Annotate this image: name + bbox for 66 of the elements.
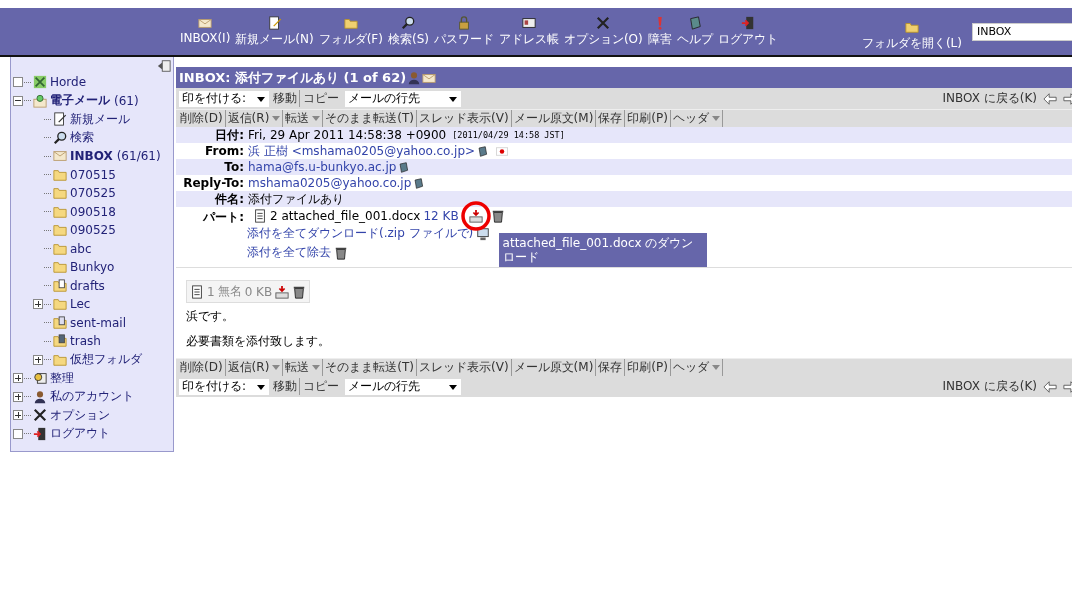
folder-item[interactable]: abc — [70, 241, 92, 256]
address-link[interactable]: hama@fs.u-bunkyo.ac.jp — [248, 160, 397, 174]
unread-count: (61) — [114, 93, 139, 108]
mark-select[interactable]: 印を付ける: — [179, 90, 269, 107]
toolbar-link[interactable]: INBOX(I) — [180, 15, 231, 48]
local-time: [2011/04/29 14:58 JST] — [452, 130, 565, 140]
tree-item[interactable]: Horde — [50, 75, 87, 90]
size-link[interactable]: 12 KB — [423, 209, 459, 223]
folder-item[interactable]: 検索 — [70, 129, 94, 147]
toolbar-link[interactable]: アドレス帳 — [498, 15, 559, 48]
copy-link[interactable]: コピー — [299, 378, 339, 395]
folder-item[interactable]: drafts — [70, 278, 105, 293]
folder-item[interactable]: 新規メール — [70, 110, 130, 128]
toolbar-link[interactable]: ヘルプ — [676, 15, 713, 48]
message-text: 浜です。 — [186, 308, 235, 325]
sender-link[interactable]: 浜 正樹 <mshama0205@yahoo.co.jp> — [248, 142, 476, 160]
header-label: To: — [223, 160, 245, 174]
header-value: 添付ファイルあり — [248, 190, 344, 208]
copy-link[interactable]: コピー — [299, 90, 339, 107]
folder-item[interactable]: Lec — [70, 297, 91, 312]
header-label: パート: — [202, 209, 245, 226]
folder-item[interactable]: 070515 — [70, 167, 116, 182]
toolbar-link[interactable]: パスワード — [433, 15, 494, 48]
address-link[interactable]: mshama0205@yahoo.co.jp — [248, 176, 412, 190]
part-size: 0 KB — [244, 284, 273, 299]
toolbar-link[interactable]: ログアウト — [717, 15, 778, 48]
mark-select[interactable]: 印を付ける: — [179, 378, 269, 395]
attachment-name: 2 attached_file_001.docx — [270, 209, 421, 223]
folder-field[interactable]: INBOX — [972, 22, 1072, 41]
folder-item[interactable]: INBOX — [70, 149, 113, 164]
folder-item[interactable]: 070525 — [70, 186, 116, 201]
tree-item[interactable]: ログアウト — [50, 425, 110, 443]
tree-item[interactable]: オプション — [50, 406, 110, 424]
header-value: Fri, 29 Apr 2011 14:58:38 +0900 — [248, 128, 447, 142]
toolbar-link[interactable]: 新規メール(N) — [235, 15, 314, 48]
target-folder-select[interactable]: メールの行先 — [345, 90, 461, 107]
folder-item[interactable]: trash — [70, 334, 101, 349]
move-link[interactable]: 移動 — [273, 90, 297, 107]
move-link[interactable]: 移動 — [273, 378, 297, 395]
toolbar-link[interactable]: 障害 — [647, 15, 672, 48]
folder-item[interactable]: 090518 — [70, 204, 116, 219]
toolbar-link[interactable]: 検索(S) — [387, 15, 429, 48]
target-folder-select[interactable]: メールの行先 — [345, 378, 461, 395]
tree-item[interactable]: 私のアカウント — [50, 388, 134, 406]
header-label: Reply-To: — [182, 176, 245, 190]
message-title: INBOX: 添付ファイルあり (1 of 62) — [179, 68, 407, 87]
folder-item[interactable]: 090525 — [70, 223, 116, 238]
toolbar-link[interactable]: フォルダ(F) — [318, 15, 383, 48]
folder-item[interactable]: Bunkyo — [70, 260, 115, 275]
header-label: 件名: — [214, 190, 245, 208]
folder-item[interactable]: 仮想フォルダ — [70, 351, 142, 369]
tree-item[interactable]: 整理 — [50, 369, 74, 387]
remove-all-link[interactable]: 添付を全て除去 — [247, 244, 331, 261]
open-folder-link[interactable]: フォルダを開く(L) — [861, 19, 962, 52]
back-link[interactable]: INBOX に戻る(K) — [942, 378, 1037, 395]
back-link[interactable]: INBOX に戻る(K) — [942, 90, 1037, 107]
part-name: 無名 — [217, 283, 242, 300]
header-label: From: — [204, 144, 245, 158]
toolbar-link[interactable]: オプション(O) — [563, 15, 643, 48]
tree-item[interactable]: 電子メール — [50, 92, 110, 110]
folder-item[interactable]: sent-mail — [70, 315, 126, 330]
message-text: 必要書類を添付致します。 — [186, 333, 331, 350]
part-number: 1 — [207, 284, 215, 299]
header-label: 日付: — [214, 126, 245, 144]
unread-count: (61/61) — [116, 149, 161, 164]
tooltip: attached_file_001.docx のダウンロード — [498, 233, 707, 267]
